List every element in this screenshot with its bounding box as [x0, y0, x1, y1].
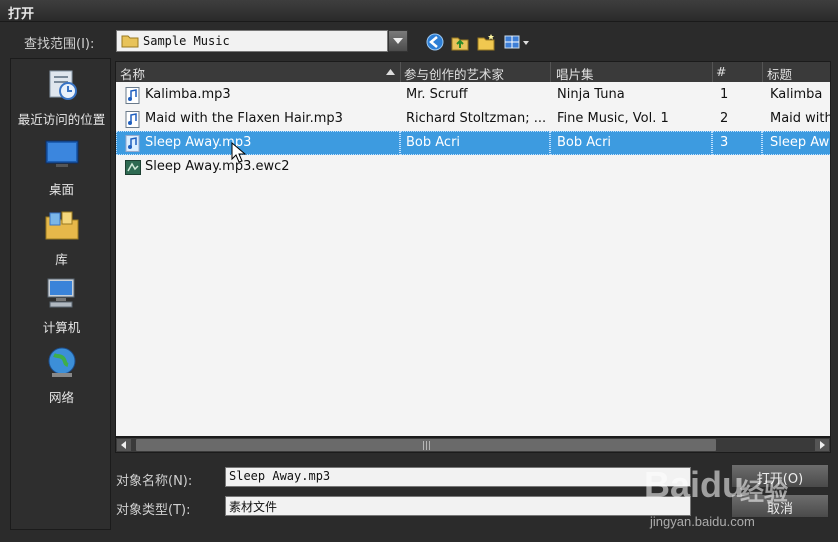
recent-places-icon: [49, 70, 77, 100]
file-artist: Bob Acri: [406, 135, 461, 150]
column-header-name[interactable]: 名称: [120, 64, 145, 83]
chevron-right-icon: [820, 441, 825, 449]
place-label: 网络: [48, 390, 74, 405]
libraries-icon: [45, 211, 78, 240]
object-type-select[interactable]: 素材文件: [225, 496, 691, 516]
view-menu-icon[interactable]: [503, 32, 531, 52]
column-header-artist[interactable]: 参与创作的艺术家: [404, 64, 504, 83]
place-libraries[interactable]: 库: [11, 207, 112, 268]
place-desktop[interactable]: 桌面: [11, 137, 112, 198]
look-in-value: Sample Music: [143, 34, 230, 48]
place-label: 桌面: [48, 182, 74, 197]
dialog-title: 打开: [8, 7, 35, 22]
file-artist: Richard Stoltzman; ...: [406, 111, 547, 126]
mouse-cursor-icon: [231, 142, 247, 163]
up-folder-icon[interactable]: [450, 32, 470, 52]
file-name: Sleep Away.mp3.ewc2: [145, 159, 290, 174]
column-separator[interactable]: [762, 62, 763, 82]
place-label: 最近访问的位置: [17, 112, 106, 127]
column-header-title[interactable]: 标题: [767, 64, 792, 83]
computer-icon: [47, 278, 74, 308]
column-separator[interactable]: [400, 62, 401, 82]
new-folder-icon[interactable]: [476, 32, 496, 52]
sort-ascending-icon: [386, 69, 395, 75]
place-label: 计算机: [42, 320, 81, 335]
file-artist: Mr. Scruff: [406, 87, 468, 102]
file-row[interactable]: Maid with the Flaxen Hair.mp3 Richard St…: [116, 107, 831, 131]
look-in-label: 查找范围(I):: [24, 37, 95, 52]
place-computer[interactable]: 计算机: [11, 275, 112, 336]
object-type-label: 对象类型(T):: [116, 503, 191, 518]
chevron-down-icon: [393, 38, 403, 44]
places-bar: 最近访问的位置 桌面 库 计算机 网络: [10, 58, 111, 530]
file-row[interactable]: Kalimba.mp3 Mr. Scruff Ninja Tuna 1 Kali…: [116, 83, 830, 107]
file-title: Sleep Aw: [770, 135, 830, 150]
scroll-right-button[interactable]: [815, 439, 829, 451]
file-title: Maid with: [770, 111, 831, 126]
file-name: Kalimba.mp3: [145, 87, 231, 102]
place-recent[interactable]: 最近访问的位置: [11, 67, 112, 128]
file-title: Kalimba: [770, 87, 823, 102]
column-header-row: 名称 参与创作的艺术家 唱片集 # 标题: [116, 62, 830, 83]
place-network[interactable]: 网络: [11, 345, 112, 406]
file-album: Ninja Tuna: [557, 87, 625, 102]
column-header-album[interactable]: 唱片集: [556, 64, 594, 83]
file-number: 2: [720, 111, 729, 126]
file-album: Fine Music, Vol. 1: [557, 111, 669, 126]
look-in-dropdown-button[interactable]: [388, 30, 408, 52]
file-number: 3: [720, 135, 729, 150]
open-button[interactable]: 打开(O): [731, 464, 829, 488]
back-icon[interactable]: [425, 32, 445, 52]
network-icon: [48, 347, 75, 377]
audio-file-icon: [125, 111, 140, 128]
file-number: 1: [720, 87, 729, 102]
object-name-label: 对象名称(N):: [116, 474, 193, 489]
horizontal-scrollbar[interactable]: |||: [115, 437, 831, 453]
chevron-left-icon: [121, 441, 126, 449]
place-label: 库: [55, 252, 68, 267]
scroll-left-button[interactable]: [117, 439, 131, 451]
scrollbar-grip: |||: [422, 441, 432, 451]
file-album: Bob Acri: [557, 135, 612, 150]
cancel-button[interactable]: 取消: [731, 494, 829, 518]
column-separator[interactable]: [550, 62, 551, 82]
file-row[interactable]: Sleep Away.mp3.ewc2: [116, 155, 830, 179]
column-separator[interactable]: [712, 62, 713, 82]
file-name: Sleep Away.mp3: [145, 135, 252, 150]
folder-icon: [121, 35, 139, 48]
title-bar: 打开: [0, 0, 838, 22]
file-name: Maid with the Flaxen Hair.mp3: [145, 111, 343, 126]
desktop-icon: [45, 140, 78, 167]
audio-file-icon: [125, 135, 140, 152]
ewc-file-icon: [125, 160, 141, 175]
look-in-combobox[interactable]: Sample Music: [116, 30, 388, 52]
audio-file-icon: [125, 87, 140, 104]
file-list[interactable]: 名称 参与创作的艺术家 唱片集 # 标题 Kalimba.mp3 Mr. Scr…: [115, 61, 831, 437]
column-header-number[interactable]: #: [716, 64, 726, 79]
object-name-input[interactable]: Sleep Away.mp3: [225, 467, 691, 487]
file-row-selected[interactable]: Sleep Away.mp3 Bob Acri Bob Acri 3 Sleep…: [116, 131, 830, 155]
